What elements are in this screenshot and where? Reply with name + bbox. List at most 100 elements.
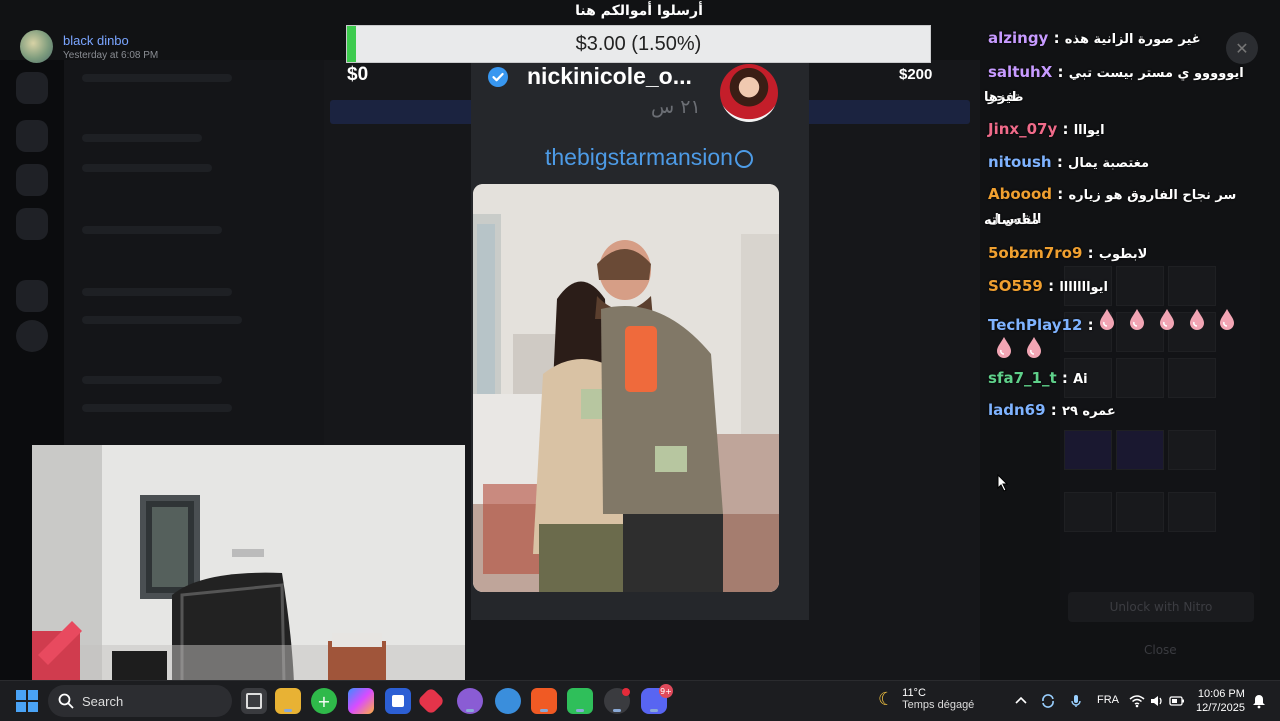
chat-username: sfa7_1_t [988,369,1057,387]
channel-item[interactable] [82,134,202,142]
chat-message: sfa7_1_t : Ai [988,369,1088,387]
chat-username: ladn69 [988,401,1046,419]
microphone-icon[interactable] [1068,693,1084,709]
drop-emote-icon [1027,337,1041,358]
chat-text: مغتصبة يمال [1068,156,1150,171]
chat-username: Jinx_07y [988,120,1058,138]
story-time: ٢١ س [651,96,701,118]
volume-icon[interactable] [1149,693,1165,709]
story-link[interactable]: thebigstarmansion [545,144,753,171]
server-icon[interactable] [16,164,48,196]
server-icon[interactable] [16,72,48,104]
story-avatar[interactable] [720,64,778,122]
chat-text-continued: مقدساته [984,213,1040,228]
windows-taskbar: Search + 9+ ☾ 11°C Temps dégagé FRA 10:0… [0,680,1280,721]
emote-row-continued [996,336,1272,364]
avatar[interactable] [20,30,53,63]
system-clock[interactable]: 10:06 PM 12/7/2025 [1196,687,1245,715]
discord-icon[interactable]: 9+ [641,684,673,714]
store-icon[interactable] [385,688,411,714]
weather-widget[interactable]: ☾ 11°C Temps dégagé [878,687,974,711]
chat-text: لابطوب [1098,247,1148,262]
obs-studio-icon[interactable] [604,688,630,714]
input-language[interactable]: FRA [1097,694,1119,706]
windows-start-icon[interactable] [16,690,38,712]
author-name[interactable]: black dinbo [63,33,158,48]
server-icon[interactable] [16,280,48,312]
channel-item[interactable] [82,288,232,296]
link-icon [734,149,753,168]
sync-icon[interactable] [1040,693,1056,709]
story-link-text: thebigstarmansion [545,144,733,170]
emote-row [996,336,1042,358]
channel-item[interactable] [82,164,212,172]
story-username[interactable]: nickinicole_o... [527,63,692,90]
server-icon[interactable] [16,208,48,240]
unlock-with-nitro-button[interactable]: Unlock with Nitro [1068,592,1254,622]
search-icon [58,693,74,709]
grid-tile [1064,492,1112,532]
channel-item[interactable] [82,404,232,412]
drop-emote-icon [1159,309,1174,330]
explore-servers-icon[interactable] [16,320,48,352]
copilot-icon[interactable] [348,688,374,714]
utorrent-icon[interactable] [567,688,593,714]
drop-emote-icon [1129,309,1144,330]
chat-app-icon[interactable] [457,688,483,714]
clock-time: 10:06 PM [1197,688,1245,700]
chat-message-wrap: طيزها [984,85,1272,109]
mouse-cursor-icon [997,474,1009,492]
donation-progress-bar: $3.00 (1.50%) [346,25,931,63]
channel-item[interactable] [82,226,222,234]
notification-bell-icon[interactable] [1251,693,1267,709]
chat-username: Aboood [988,185,1052,203]
chat-text: Ai [1073,372,1088,387]
file-explorer-icon[interactable] [275,688,301,714]
drop-emote-icon [997,337,1011,358]
discord-notification-badge: 9+ [659,684,673,698]
unlock-label: Unlock with Nitro [1109,600,1213,614]
chat-message: SO559 : ايوااااااا [988,277,1109,295]
weather-temperature: 11°C [902,687,926,699]
chat-username: 5obzm7ro9 [988,244,1083,262]
chat-message: Jinx_07y : ايوااا [988,120,1105,138]
chat-text: عمره ٢٩ [1062,404,1116,419]
chat-username: SO559 [988,277,1043,295]
channel-item[interactable] [82,74,232,82]
taskbar-search[interactable]: Search [48,685,232,717]
chat-message: 5obzm7ro9 : لابطوب [988,244,1148,262]
verified-badge-icon [488,67,508,87]
battery-icon[interactable] [1169,693,1185,709]
close-viewer-button[interactable]: ✕ [1226,32,1258,64]
emote-row [1099,308,1235,330]
close-link[interactable]: Close [1144,643,1177,657]
app-icon-green[interactable]: + [311,688,337,714]
chat-username: saltuhX [988,63,1053,81]
grid-tile [1116,492,1164,532]
channel-item[interactable] [82,376,222,384]
chat-message: TechPlay12 : [988,308,1272,336]
story-photo [473,184,779,592]
channel-item[interactable] [82,316,242,324]
wifi-icon[interactable] [1129,693,1145,709]
app-icon-red[interactable] [416,686,446,716]
drop-emote-icon [1099,309,1114,330]
grid-tile [1168,492,1216,532]
donation-title: أرسلوا أموالكم هنا [575,3,703,19]
chat-text-continued: طيزها [984,90,1024,105]
story-card: nickinicole_o... ٢١ س thebigstarmansion [471,58,809,620]
moon-icon: ☾ [878,688,895,710]
donation-goal-max: $200 [899,66,933,83]
chat-message: ladn69 : عمره ٢٩ [988,401,1116,419]
task-view-icon[interactable] [241,688,267,714]
donation-amount: $3.00 (1.50%) [575,32,702,55]
chat-username: nitoush [988,153,1052,171]
clock-date: 12/7/2025 [1196,702,1245,714]
close-icon: ✕ [1235,38,1249,58]
server-icon[interactable] [16,120,48,152]
chevron-up-icon[interactable] [1013,693,1029,709]
chat-username: TechPlay12 [988,316,1083,334]
brave-browser-icon[interactable] [531,688,557,714]
donation-goal-min: $0 [347,64,369,85]
edge-browser-icon[interactable] [495,688,521,714]
